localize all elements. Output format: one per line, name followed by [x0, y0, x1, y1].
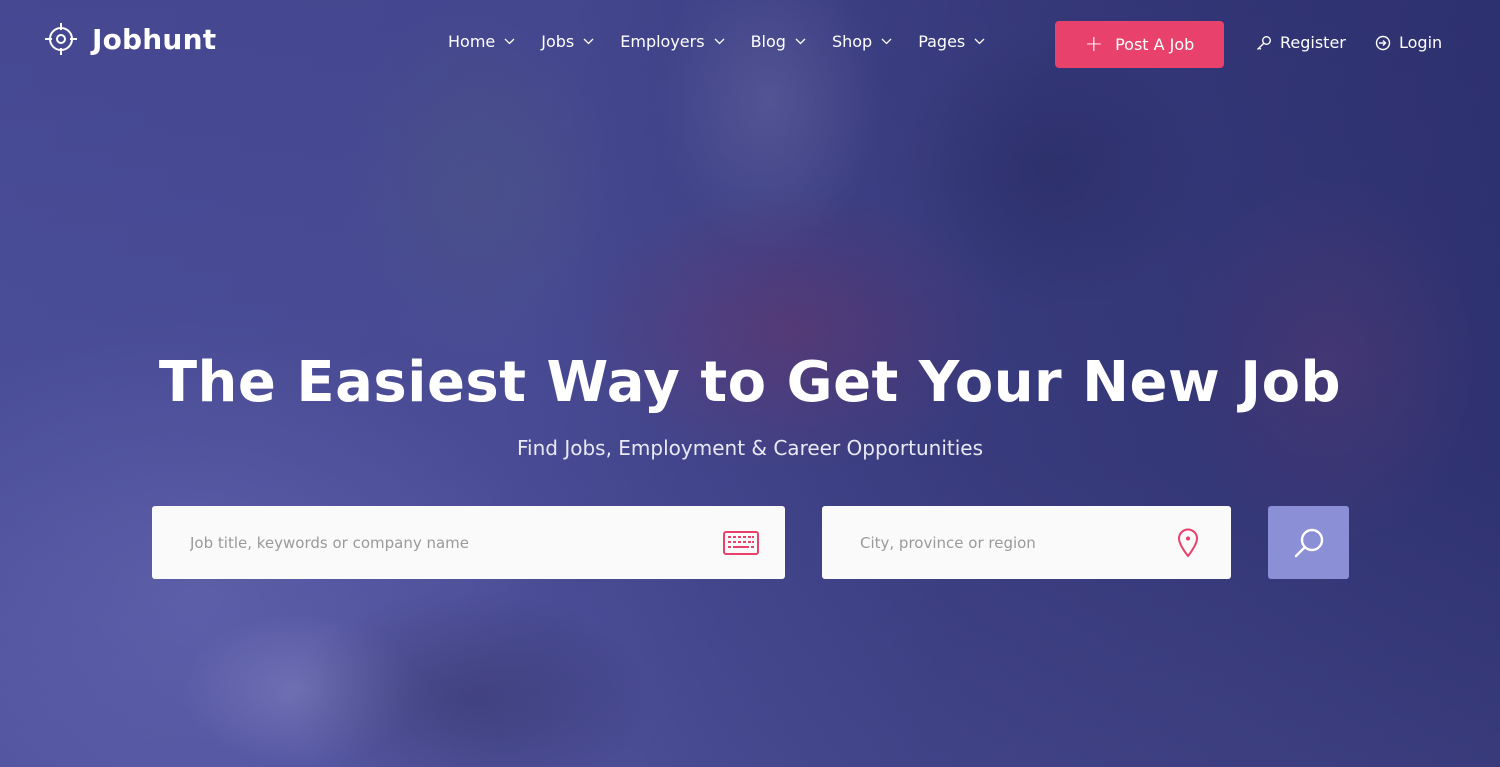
site-header: Jobhunt Home Jobs Employers Blog Shop Pa…	[0, 0, 1500, 88]
register-label: Register	[1280, 33, 1346, 52]
logo-link[interactable]: Jobhunt	[44, 22, 216, 56]
plus-icon: +	[1084, 31, 1104, 57]
search-button[interactable]	[1268, 506, 1349, 579]
brand-name: Jobhunt	[92, 22, 217, 56]
login-label: Login	[1399, 33, 1443, 52]
login-link[interactable]: Login	[1375, 33, 1442, 52]
nav-item-label: Employers	[620, 32, 705, 51]
main-nav: Home Jobs Employers Blog Shop Pages	[448, 32, 1011, 51]
hero-title: The Easiest Way to Get Your New Job	[158, 350, 1342, 415]
map-pin-icon	[1178, 528, 1198, 557]
nav-item-label: Shop	[831, 32, 873, 51]
nav-item-blog[interactable]: Blog	[751, 32, 806, 51]
nav-item-label: Pages	[918, 32, 966, 51]
nav-item-label: Blog	[750, 32, 786, 51]
chevron-down-icon	[974, 38, 985, 45]
nav-item-home[interactable]: Home	[448, 32, 515, 51]
crosshair-target-icon	[45, 23, 77, 55]
register-link[interactable]: Register	[1256, 33, 1346, 52]
nav-item-jobs[interactable]: Jobs	[541, 32, 594, 51]
search-icon	[1294, 528, 1323, 557]
keyboard-icon	[723, 530, 759, 555]
chevron-down-icon	[504, 38, 515, 45]
location-input[interactable]	[822, 506, 1177, 579]
nav-item-shop[interactable]: Shop	[832, 32, 892, 51]
keyword-field	[152, 506, 785, 579]
nav-item-label: Jobs	[541, 32, 575, 51]
chevron-down-icon	[714, 38, 725, 45]
post-a-job-label: Post A Job	[1115, 35, 1195, 54]
chevron-down-icon	[583, 38, 594, 45]
nav-item-employers[interactable]: Employers	[620, 32, 725, 51]
login-icon	[1375, 35, 1391, 50]
post-a-job-button[interactable]: + Post A Job	[1055, 21, 1224, 68]
nav-item-pages[interactable]: Pages	[918, 32, 985, 51]
hero-subtitle: Find Jobs, Employment & Career Opportuni…	[516, 436, 983, 460]
nav-item-label: Home	[448, 32, 496, 51]
keyword-input[interactable]	[152, 506, 723, 579]
key-icon	[1257, 35, 1271, 50]
location-field	[822, 506, 1231, 579]
chevron-down-icon	[881, 38, 892, 45]
chevron-down-icon	[795, 38, 806, 45]
